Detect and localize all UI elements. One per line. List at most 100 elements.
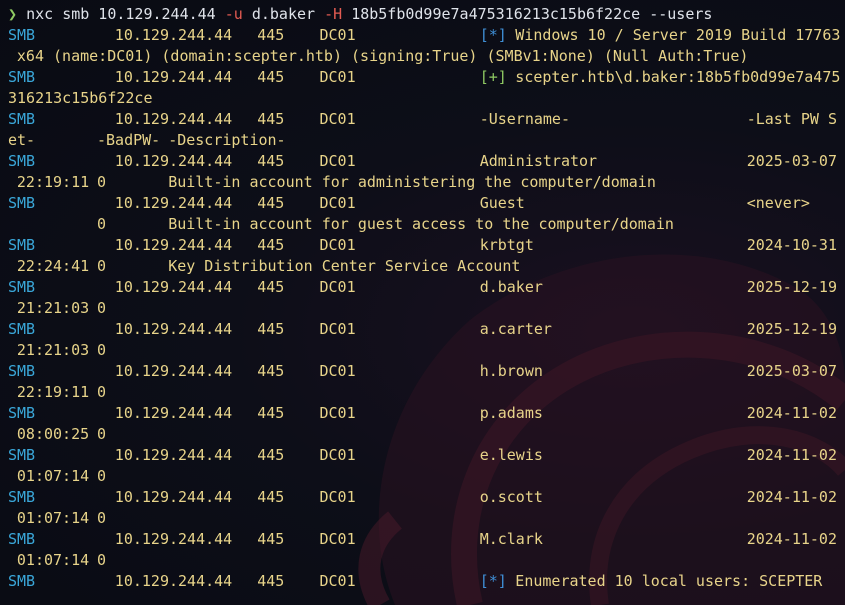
command-extra: --users — [649, 5, 713, 23]
user-name: e.lewis — [479, 446, 543, 464]
host-name: DC01 — [319, 194, 356, 212]
host-port: 445 — [257, 194, 285, 212]
header-username: -Username- — [479, 110, 570, 128]
host-port: 445 — [257, 68, 285, 86]
user-lastpw-date: 2024-11-02 — [746, 488, 837, 506]
user-lastpw-time: 22:19:11 — [16, 383, 90, 401]
user-name: M.clark — [479, 530, 543, 548]
protocol-label: SMB — [8, 572, 36, 590]
host-ip: 10.129.244.44 — [114, 68, 233, 86]
command-line: ❯ nxc smb 10.129.244.44 -u d.baker -H 18… — [8, 4, 712, 25]
banner-text-wrap: x64 (name:DC01) (domain:scepter.htb) (si… — [16, 47, 749, 65]
host-ip: 10.129.244.44 — [114, 194, 233, 212]
host-name: DC01 — [319, 530, 356, 548]
user-lastpw-time: 21:21:03 — [16, 341, 90, 359]
user-name: Guest — [479, 194, 525, 212]
host-ip: 10.129.244.44 — [114, 530, 233, 548]
header-description: -Description- — [168, 131, 286, 149]
user-lastpw-date: 2025-03-07 — [746, 362, 837, 380]
host-port: 445 — [257, 446, 285, 464]
host-name: DC01 — [319, 446, 356, 464]
protocol-label: SMB — [8, 110, 36, 128]
host-port: 445 — [257, 320, 285, 338]
user-badpw: 0 — [97, 383, 107, 401]
host-name: DC01 — [319, 110, 356, 128]
user-badpw: 0 — [97, 341, 107, 359]
user-lastpw-time: 01:07:14 — [16, 509, 90, 527]
user-lastpw-date: 2025-03-07 — [746, 152, 837, 170]
host-port: 445 — [257, 110, 285, 128]
terminal-window[interactable]: ❯ nxc smb 10.129.244.44 -u d.baker -H 18… — [0, 0, 845, 605]
host-name: DC01 — [319, 488, 356, 506]
host-port: 445 — [257, 362, 285, 380]
auth-text: scepter.htb\d.baker:18b5fb0d99e7a475 — [515, 68, 841, 86]
user-lastpw-date: 2024-11-02 — [746, 530, 837, 548]
banner-text: Windows 10 / Server 2019 Build 17763 — [515, 26, 841, 44]
user-lastpw-time: 01:07:14 — [16, 551, 90, 569]
user-badpw: 0 — [97, 425, 107, 443]
protocol-label: SMB — [8, 362, 36, 380]
protocol-label: SMB — [8, 404, 36, 422]
host-ip: 10.129.244.44 — [114, 446, 233, 464]
user-badpw: 0 — [97, 173, 107, 191]
summary-text: Enumerated 10 local users: SCEPTER — [515, 572, 823, 590]
host-ip: 10.129.244.44 — [114, 236, 233, 254]
command-hash: 18b5fb0d99e7a475316213c15b6f22ce — [351, 5, 641, 23]
host-port: 445 — [257, 404, 285, 422]
host-name: DC01 — [319, 362, 356, 380]
host-ip: 10.129.244.44 — [114, 362, 233, 380]
host-port: 445 — [257, 152, 285, 170]
command-binary: nxc — [26, 5, 54, 23]
protocol-label: SMB — [8, 530, 36, 548]
command-user: d.baker — [251, 5, 316, 23]
user-name: o.scott — [479, 488, 543, 506]
user-lastpw-time: 01:07:14 — [16, 467, 90, 485]
host-name: DC01 — [319, 278, 356, 296]
host-name: DC01 — [319, 404, 356, 422]
user-name: a.carter — [479, 320, 552, 338]
user-lastpw-time: 08:00:25 — [16, 425, 90, 443]
user-lastpw-date: 2024-11-02 — [746, 404, 837, 422]
host-ip: 10.129.244.44 — [114, 110, 233, 128]
host-ip: 10.129.244.44 — [114, 278, 233, 296]
user-lastpw-date: 2025-12-19 — [746, 320, 837, 338]
host-ip: 10.129.244.44 — [114, 404, 233, 422]
host-ip: 10.129.244.44 — [114, 152, 233, 170]
user-description: Built-in account for administering the c… — [168, 173, 656, 191]
host-name: DC01 — [319, 236, 356, 254]
host-name: DC01 — [319, 68, 356, 86]
protocol-label: SMB — [8, 236, 36, 254]
host-ip: 10.129.244.44 — [114, 320, 233, 338]
user-lastpw-time: 21:21:03 — [16, 299, 90, 317]
auth-text-wrap: 316213c15b6f22ce — [8, 89, 153, 107]
host-port: 445 — [257, 530, 285, 548]
host-port: 445 — [257, 488, 285, 506]
header-lastpw-wrap: et- — [8, 131, 36, 149]
hash-flag: -H — [324, 5, 343, 23]
protocol-label: SMB — [8, 488, 36, 506]
protocol-label: SMB — [8, 278, 36, 296]
success-marker: [+] — [479, 68, 507, 86]
user-badpw: 0 — [97, 551, 107, 569]
user-name: d.baker — [479, 278, 543, 296]
user-name: krbtgt — [479, 236, 534, 254]
user-name: h.brown — [479, 362, 543, 380]
host-ip: 10.129.244.44 — [114, 488, 233, 506]
user-name: p.adams — [479, 404, 543, 422]
user-lastpw-date: 2025-12-19 — [746, 278, 837, 296]
protocol-label: SMB — [8, 446, 36, 464]
user-lastpw-date: 2024-11-02 — [746, 446, 837, 464]
host-name: DC01 — [319, 26, 356, 44]
host-ip: 10.129.244.44 — [114, 572, 233, 590]
prompt-icon: ❯ — [8, 5, 18, 23]
info-marker: [*] — [479, 572, 507, 590]
protocol-label: SMB — [8, 68, 36, 86]
user-lastpw-time: 22:24:41 — [16, 257, 90, 275]
host-name: DC01 — [319, 572, 356, 590]
host-ip: 10.129.244.44 — [114, 26, 233, 44]
info-marker: [*] — [479, 26, 507, 44]
host-port: 445 — [257, 26, 285, 44]
header-badpw: -BadPW- — [97, 131, 161, 149]
host-name: DC01 — [319, 152, 356, 170]
user-flag: -u — [224, 5, 243, 23]
